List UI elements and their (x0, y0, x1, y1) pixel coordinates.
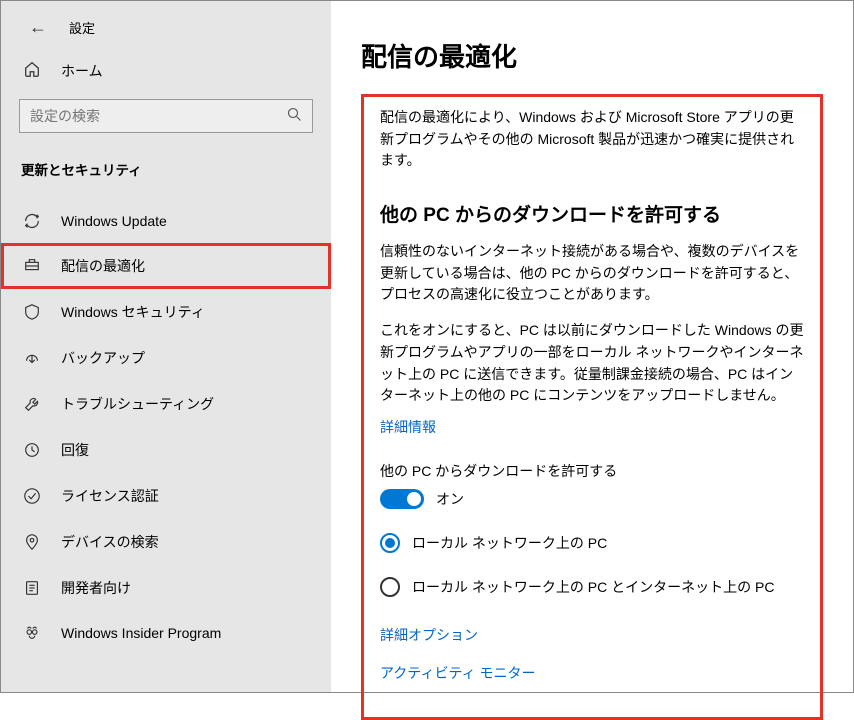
sidebar-item-label: トラブルシューティング (61, 394, 214, 414)
sidebar-item-label: バックアップ (61, 348, 145, 368)
sidebar-item-find-device[interactable]: デバイスの検索 (1, 519, 331, 565)
recovery-icon (23, 441, 41, 459)
details-link[interactable]: 詳細情報 (380, 417, 436, 437)
sidebar-item-recovery[interactable]: 回復 (1, 427, 331, 473)
advanced-options-link[interactable]: 詳細オプション (380, 625, 804, 645)
sidebar-item-label: Windows Update (61, 213, 167, 229)
radio-icon[interactable] (380, 577, 400, 597)
sidebar-item-backup[interactable]: バックアップ (1, 335, 331, 381)
sidebar-item-troubleshoot[interactable]: トラブルシューティング (1, 381, 331, 427)
bottom-links: 詳細オプション アクティビティ モニター (380, 625, 804, 683)
category-title: 更新とセキュリティ (1, 141, 331, 189)
radio-option-internet[interactable]: ローカル ネットワーク上の PC とインターネット上の PC (380, 577, 804, 597)
sidebar-item-label: Windows セキュリティ (61, 302, 205, 322)
back-icon[interactable]: ← (29, 17, 47, 38)
radio-icon[interactable] (380, 533, 400, 553)
sidebar-item-label: Windows Insider Program (61, 625, 221, 641)
window-title: 設定 (69, 18, 95, 37)
highlighted-content: 配信の最適化により、Windows および Microsoft Store アプ… (361, 94, 823, 720)
radio-option-local[interactable]: ローカル ネットワーク上の PC (380, 533, 804, 553)
topbar: ← 設定 (1, 11, 331, 52)
search-input[interactable] (30, 108, 287, 124)
activity-monitor-link[interactable]: アクティビティ モニター (380, 663, 804, 683)
nav-home[interactable]: ホーム (1, 52, 331, 89)
sidebar-item-windows-security[interactable]: Windows セキュリティ (1, 289, 331, 335)
sidebar-item-label: デバイスの検索 (61, 532, 159, 552)
sidebar-item-windows-update[interactable]: Windows Update (1, 199, 331, 243)
sidebar-item-label: 回復 (61, 440, 89, 460)
toggle-state: オン (436, 489, 464, 509)
sidebar: ← 設定 ホーム 更新とセキュリティ Windows Update (1, 1, 331, 692)
toggle-row: オン (380, 489, 804, 509)
section-heading: 他の PC からのダウンロードを許可する (380, 200, 804, 227)
wrench-icon (23, 395, 41, 413)
search-icon (287, 107, 302, 125)
radio-label: ローカル ネットワーク上の PC (412, 533, 607, 553)
radio-label: ローカル ネットワーク上の PC とインターネット上の PC (412, 577, 774, 597)
insider-icon (23, 624, 41, 642)
nav-home-label: ホーム (61, 61, 103, 81)
toggle-label: 他の PC からダウンロードを許可する (380, 461, 804, 481)
delivery-icon (23, 257, 41, 275)
home-icon (23, 60, 41, 81)
allow-download-toggle[interactable] (380, 489, 424, 509)
main-content: 配信の最適化 配信の最適化により、Windows および Microsoft S… (331, 1, 853, 692)
paragraph-1: 信頼性のないインターネット接続がある場合や、複数のデバイスを更新している場合は、… (380, 241, 804, 306)
search-box[interactable] (19, 99, 313, 133)
activation-icon (23, 487, 41, 505)
sync-icon (23, 212, 41, 230)
shield-icon (23, 303, 41, 321)
sidebar-item-developer[interactable]: 開発者向け (1, 565, 331, 611)
sidebar-item-activation[interactable]: ライセンス認証 (1, 473, 331, 519)
backup-icon (23, 349, 41, 367)
sidebar-item-label: 開発者向け (61, 578, 131, 598)
paragraph-2: これをオンにすると、PC は以前にダウンロードした Windows の更新プログ… (380, 320, 804, 407)
developer-icon (23, 579, 41, 597)
intro-text: 配信の最適化により、Windows および Microsoft Store アプ… (380, 107, 804, 172)
sidebar-item-label: ライセンス認証 (61, 486, 159, 506)
sidebar-item-insider[interactable]: Windows Insider Program (1, 611, 331, 655)
location-icon (23, 533, 41, 551)
sidebar-item-label: 配信の最適化 (61, 256, 145, 276)
nav-list: Windows Update 配信の最適化 Windows セキュリティ バック… (1, 189, 331, 655)
page-title: 配信の最適化 (361, 37, 823, 74)
sidebar-item-delivery-optimization[interactable]: 配信の最適化 (1, 243, 331, 289)
